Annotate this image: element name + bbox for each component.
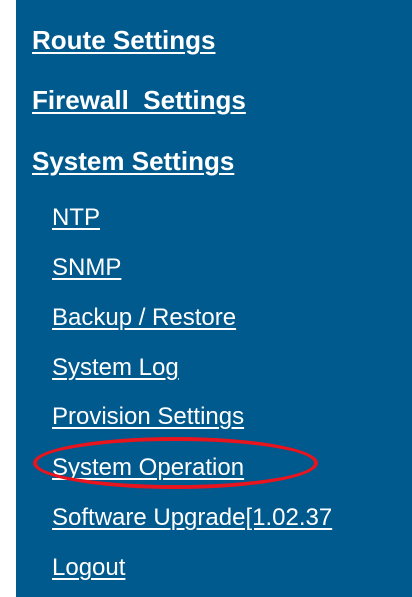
- nav-link-system-log[interactable]: System Log: [52, 356, 179, 380]
- nav-link-provision-settings[interactable]: Provision Settings: [52, 405, 244, 429]
- nav-link-software-upgrade[interactable]: Software Upgrade[1.02.37: [52, 506, 332, 530]
- nav-link-backup-restore[interactable]: Backup / Restore: [52, 306, 236, 330]
- system-settings-nav-panel: Route Settings Firewall Settings System …: [16, 0, 412, 597]
- nav-link-ntp[interactable]: NTP: [52, 206, 100, 230]
- nav-link-firewall-settings[interactable]: Firewall Settings: [32, 87, 246, 113]
- nav-link-snmp[interactable]: SNMP: [52, 256, 121, 280]
- nav-link-logout[interactable]: Logout: [52, 556, 125, 580]
- nav-link-route-settings[interactable]: Route Settings: [32, 27, 215, 53]
- nav-link-system-settings[interactable]: System Settings: [32, 148, 234, 174]
- nav-link-system-operation[interactable]: System Operation: [52, 456, 244, 480]
